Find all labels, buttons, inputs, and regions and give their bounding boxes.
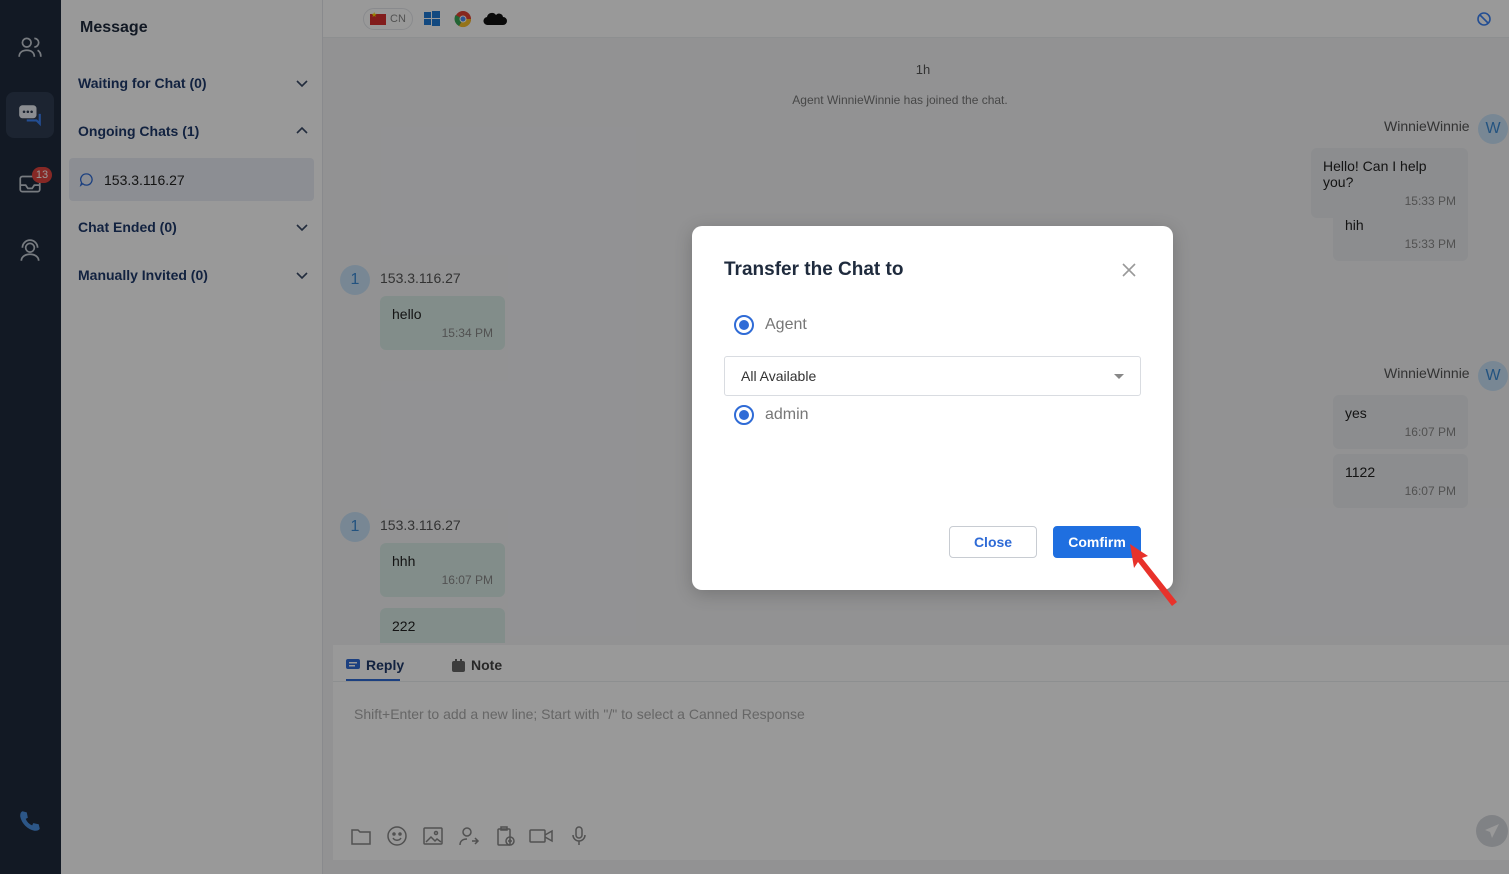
radio-button[interactable] <box>734 405 754 425</box>
transfer-dialog: Transfer the Chat to Agent All Available… <box>692 226 1173 590</box>
agent-option[interactable]: Agent <box>734 315 807 335</box>
close-button[interactable]: Close <box>949 526 1037 558</box>
close-icon[interactable] <box>1120 261 1138 279</box>
caret-down-icon <box>1114 373 1124 379</box>
agent-group-select[interactable]: All Available <box>724 356 1141 396</box>
select-value: All Available <box>741 368 817 384</box>
annotation-arrow-icon <box>1130 544 1177 606</box>
dialog-title: Transfer the Chat to <box>724 259 904 280</box>
radio-button[interactable] <box>734 315 754 335</box>
admin-option[interactable]: admin <box>734 405 809 425</box>
agent-option-label: Agent <box>765 316 807 333</box>
admin-option-label: admin <box>765 406 809 423</box>
